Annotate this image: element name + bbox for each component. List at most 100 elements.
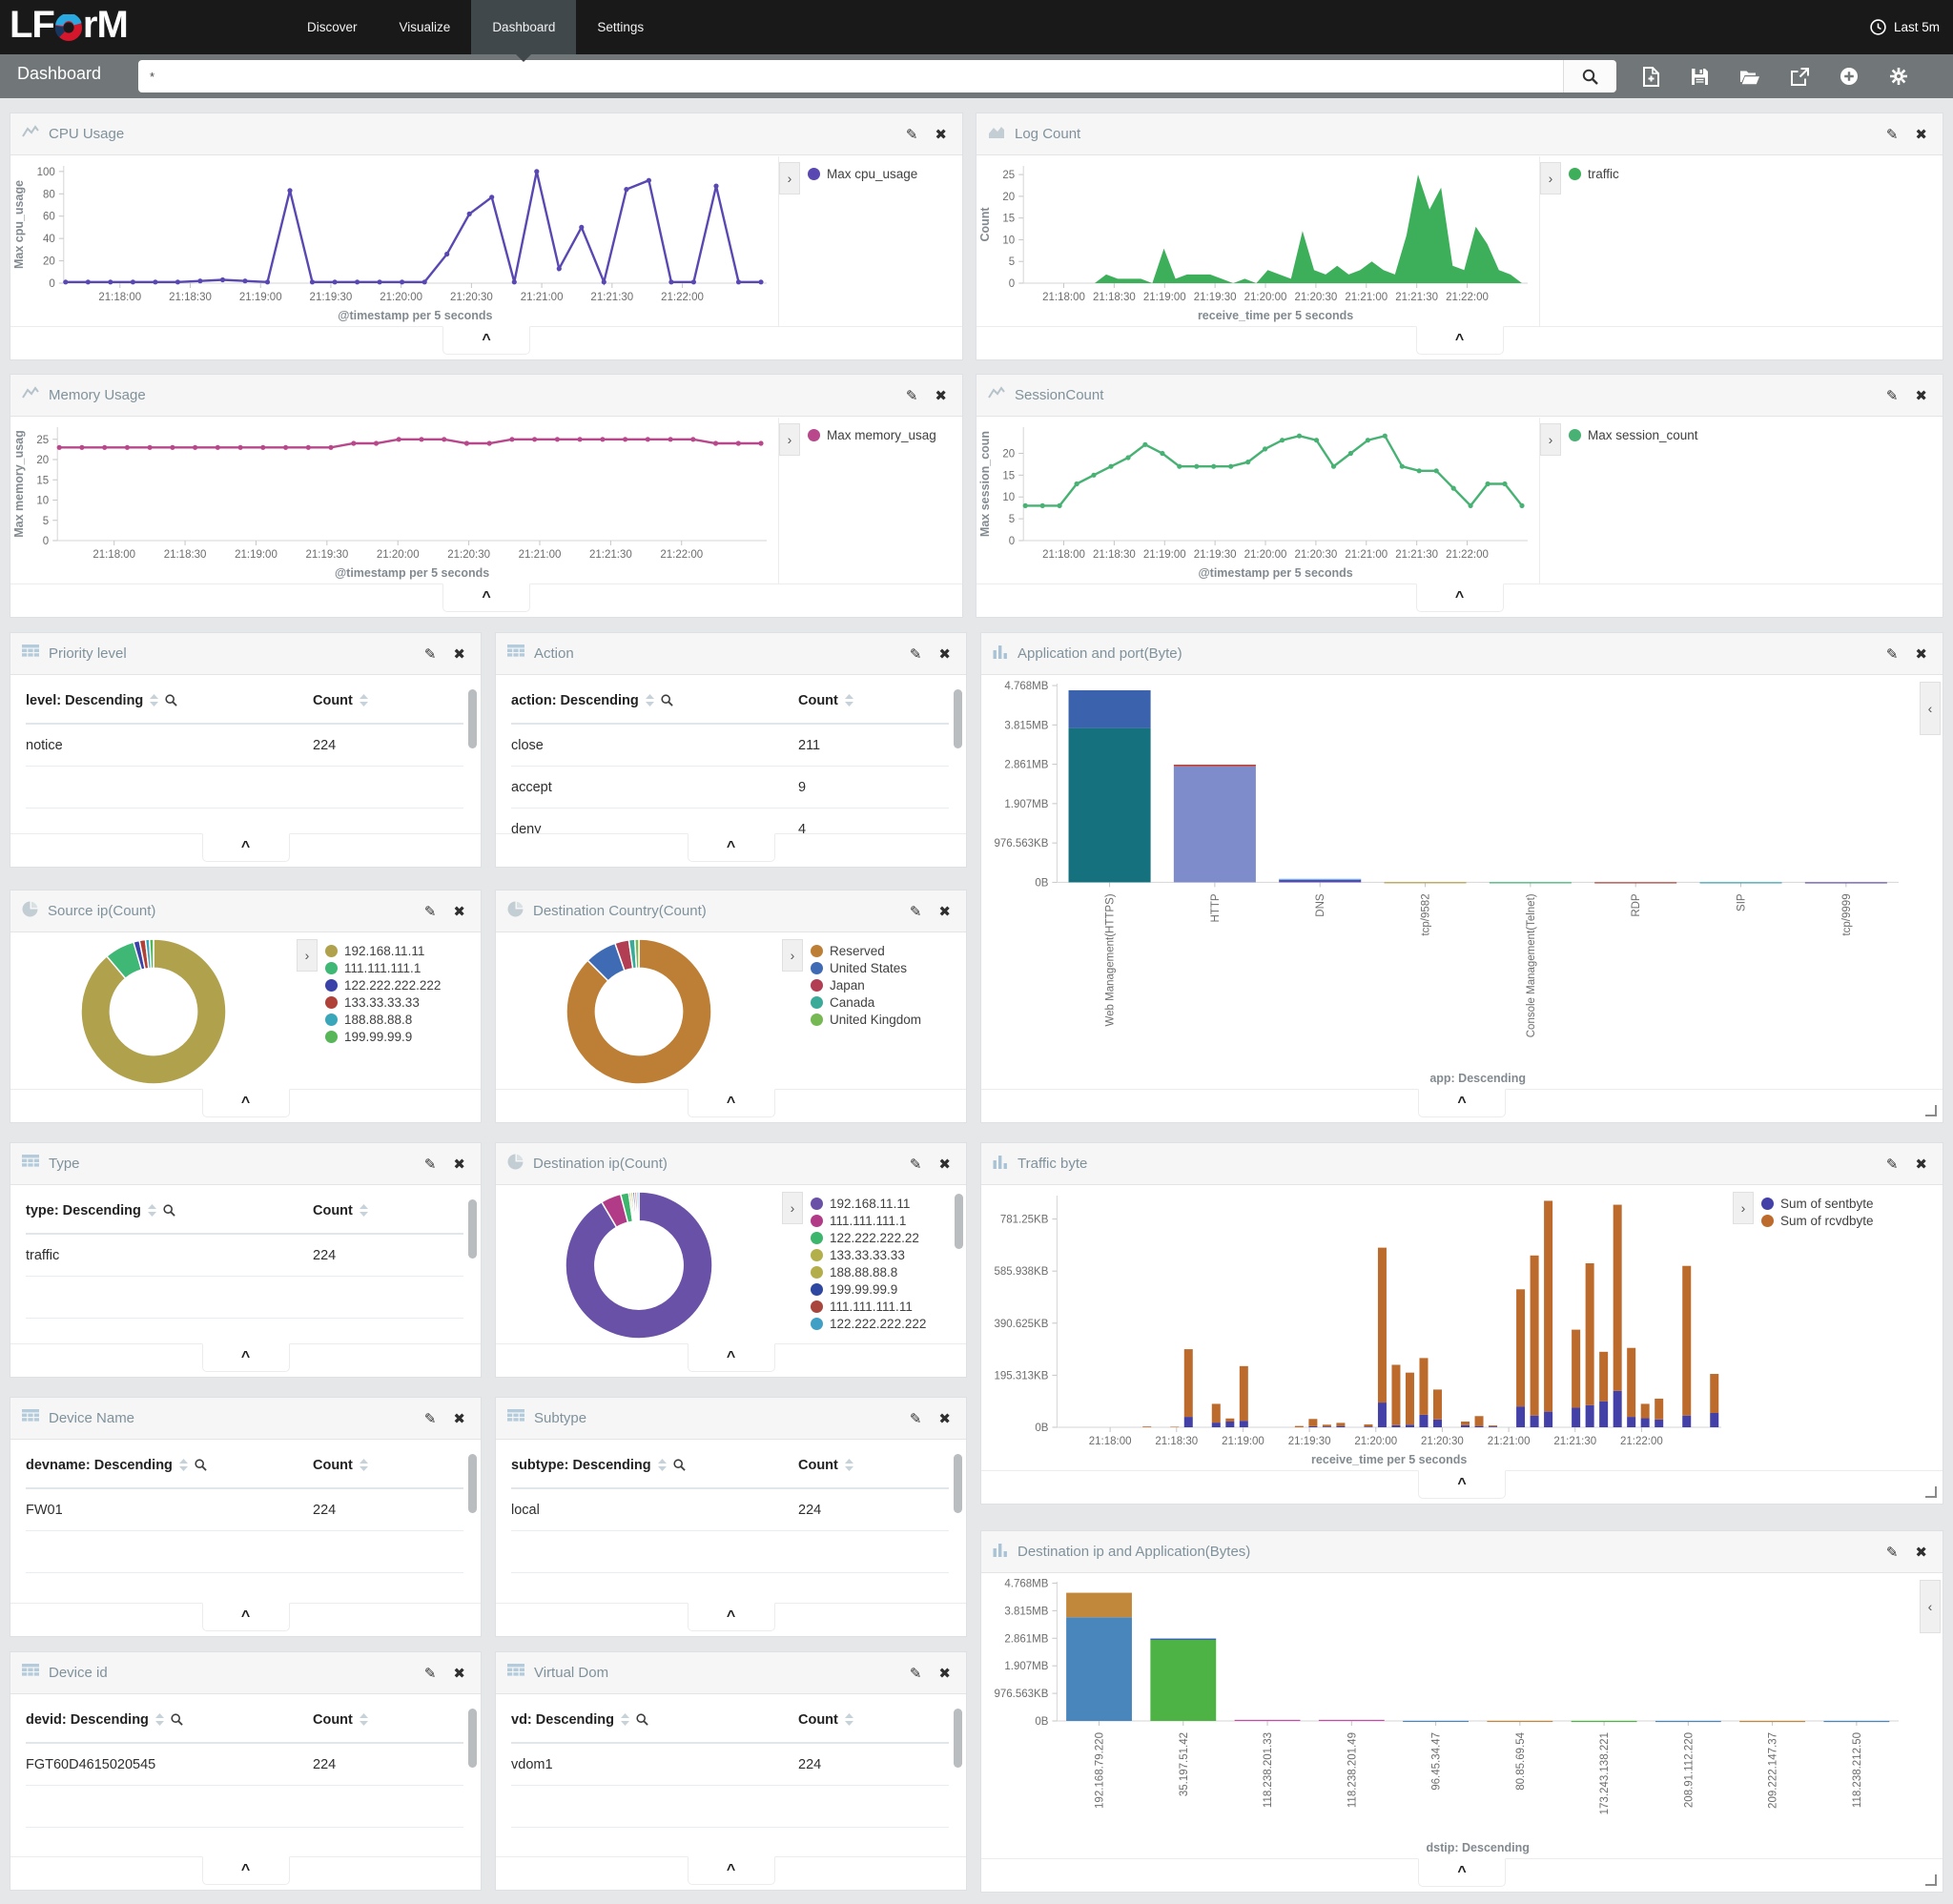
edit-icon[interactable]: ✎ bbox=[1882, 126, 1902, 143]
collapse-chevron[interactable]: ^ bbox=[202, 833, 290, 862]
table-row[interactable]: local224 bbox=[511, 1489, 949, 1531]
edit-icon[interactable]: ✎ bbox=[421, 645, 441, 663]
nav-item-dashboard[interactable]: Dashboard bbox=[471, 0, 576, 54]
legend-item[interactable]: Japan bbox=[811, 978, 966, 993]
panel-header[interactable]: Subtype ✎ ✖ bbox=[496, 1398, 966, 1440]
close-icon[interactable]: ✖ bbox=[1911, 387, 1931, 404]
legend-item[interactable]: 192.168.11.11 bbox=[811, 1197, 966, 1211]
memory-usage-chart[interactable]: 051015202521:18:0021:18:3021:19:0021:19:… bbox=[10, 418, 778, 584]
sort-icon[interactable] bbox=[148, 1204, 156, 1217]
sort-icon[interactable] bbox=[360, 1204, 368, 1217]
source-ip-donut[interactable] bbox=[10, 933, 297, 1090]
table-header-row[interactable]: devname: DescendingCount bbox=[26, 1443, 463, 1489]
collapse-chevron[interactable]: ^ bbox=[1418, 1089, 1506, 1117]
table-header-row[interactable]: vd: DescendingCount bbox=[511, 1697, 949, 1744]
legend-item[interactable]: Canada bbox=[811, 995, 966, 1010]
application-port-chart[interactable]: 0B976.563KB1.907MB2.861MB3.815MB4.768MBW… bbox=[981, 676, 1943, 1090]
legend-item[interactable]: traffic bbox=[1569, 167, 1943, 181]
table-row[interactable]: notice224 bbox=[26, 725, 463, 767]
collapse-chevron[interactable]: ^ bbox=[688, 1603, 775, 1631]
sort-icon[interactable] bbox=[179, 1459, 188, 1471]
edit-icon[interactable]: ✎ bbox=[1882, 387, 1902, 404]
filter-search-icon[interactable] bbox=[673, 1459, 686, 1471]
close-icon[interactable]: ✖ bbox=[931, 387, 951, 404]
scrollbar[interactable] bbox=[954, 1709, 962, 1768]
table-header-row[interactable]: devid: DescendingCount bbox=[26, 1697, 463, 1744]
sort-icon[interactable] bbox=[621, 1713, 629, 1726]
close-icon[interactable]: ✖ bbox=[449, 1410, 469, 1427]
collapse-chevron[interactable]: ^ bbox=[202, 1089, 290, 1117]
legend-item[interactable]: United States bbox=[811, 961, 966, 975]
legend-item[interactable]: Max cpu_usage bbox=[808, 167, 962, 181]
legend-item[interactable]: Sum of sentbyte bbox=[1761, 1197, 1943, 1211]
edit-icon[interactable]: ✎ bbox=[906, 1665, 926, 1682]
collapse-chevron[interactable]: ^ bbox=[1416, 583, 1504, 612]
legend-item[interactable]: Max memory_usag bbox=[808, 428, 962, 442]
close-icon[interactable]: ✖ bbox=[1911, 126, 1931, 143]
edit-icon[interactable]: ✎ bbox=[906, 645, 926, 663]
close-icon[interactable]: ✖ bbox=[449, 645, 469, 663]
sort-icon[interactable] bbox=[845, 1713, 853, 1726]
new-dashboard-button[interactable] bbox=[1642, 67, 1660, 87]
legend-toggle-icon[interactable]: › bbox=[782, 1192, 803, 1224]
panel-header[interactable]: Destination ip and Application(Bytes) ✎ … bbox=[981, 1531, 1943, 1573]
close-icon[interactable]: ✖ bbox=[1911, 645, 1931, 663]
close-icon[interactable]: ✖ bbox=[931, 126, 951, 143]
close-icon[interactable]: ✖ bbox=[935, 1665, 955, 1682]
edit-icon[interactable]: ✎ bbox=[1882, 1544, 1902, 1561]
edit-icon[interactable]: ✎ bbox=[902, 387, 922, 404]
table-header-row[interactable]: level: DescendingCount bbox=[26, 678, 463, 725]
open-dashboard-button[interactable] bbox=[1739, 69, 1760, 85]
legend-item[interactable]: 188.88.88.8 bbox=[811, 1265, 966, 1280]
scrollbar[interactable] bbox=[468, 1454, 477, 1513]
destination-ip-application-chart[interactable]: 0B976.563KB1.907MB2.861MB3.815MB4.768MB1… bbox=[981, 1574, 1943, 1859]
legend-item[interactable]: 188.88.88.8 bbox=[325, 1013, 481, 1027]
filter-search-icon[interactable] bbox=[636, 1713, 648, 1726]
panel-header[interactable]: Action ✎ ✖ bbox=[496, 633, 966, 675]
legend-toggle-icon[interactable]: › bbox=[1540, 162, 1561, 194]
filter-search-icon[interactable] bbox=[165, 694, 177, 706]
close-icon[interactable]: ✖ bbox=[1911, 1544, 1931, 1561]
nav-item-visualize[interactable]: Visualize bbox=[379, 0, 472, 54]
panel-header[interactable]: Priority level ✎ ✖ bbox=[10, 633, 481, 675]
sort-icon[interactable] bbox=[845, 1459, 853, 1471]
panel-header[interactable]: CPU Usage ✎ ✖ bbox=[10, 113, 962, 155]
destination-ip-donut[interactable] bbox=[496, 1186, 782, 1344]
close-icon[interactable]: ✖ bbox=[935, 903, 955, 920]
edit-icon[interactable]: ✎ bbox=[1882, 645, 1902, 663]
edit-icon[interactable]: ✎ bbox=[902, 126, 922, 143]
table-header-row[interactable]: subtype: DescendingCount bbox=[511, 1443, 949, 1489]
cpu-usage-chart[interactable]: 02040608010021:18:0021:18:3021:19:0021:1… bbox=[10, 156, 778, 327]
collapse-chevron[interactable]: ^ bbox=[202, 1603, 290, 1631]
app-logo[interactable]: LF rM bbox=[10, 4, 128, 47]
filter-search-icon[interactable] bbox=[661, 694, 673, 706]
edit-icon[interactable]: ✎ bbox=[421, 903, 441, 920]
sort-icon[interactable] bbox=[646, 694, 654, 706]
collapse-chevron[interactable]: ^ bbox=[688, 833, 775, 862]
close-icon[interactable]: ✖ bbox=[449, 1665, 469, 1682]
panel-header[interactable]: Device id ✎ ✖ bbox=[10, 1652, 481, 1694]
close-icon[interactable]: ✖ bbox=[935, 1410, 955, 1427]
panel-header[interactable]: Log Count ✎ ✖ bbox=[976, 113, 1943, 155]
destination-country-donut[interactable] bbox=[496, 933, 782, 1090]
edit-icon[interactable]: ✎ bbox=[421, 1665, 441, 1682]
sort-icon[interactable] bbox=[360, 1459, 368, 1471]
panel-header[interactable]: Virtual Dom ✎ ✖ bbox=[496, 1652, 966, 1694]
legend-toggle-icon[interactable]: › bbox=[779, 423, 800, 456]
log-count-chart[interactable]: 051015202521:18:0021:18:3021:19:0021:19:… bbox=[976, 156, 1539, 327]
legend-toggle-icon[interactable]: › bbox=[297, 939, 318, 972]
close-icon[interactable]: ✖ bbox=[1911, 1156, 1931, 1173]
collapse-chevron[interactable]: ^ bbox=[202, 1856, 290, 1885]
edit-icon[interactable]: ✎ bbox=[421, 1410, 441, 1427]
edit-icon[interactable]: ✎ bbox=[421, 1156, 441, 1173]
edit-icon[interactable]: ✎ bbox=[906, 1410, 926, 1427]
table-row[interactable]: FW01224 bbox=[26, 1489, 463, 1531]
search-button[interactable] bbox=[1563, 60, 1616, 92]
legend-item[interactable]: Sum of rcvdbyte bbox=[1761, 1214, 1943, 1228]
nav-item-settings[interactable]: Settings bbox=[576, 0, 665, 54]
legend-item[interactable]: 133.33.33.33 bbox=[811, 1248, 966, 1262]
legend-item[interactable]: 199.99.99.9 bbox=[325, 1030, 481, 1044]
traffic-byte-chart[interactable]: 0B195.313KB390.625KB585.938KB781.25KB21:… bbox=[981, 1186, 1733, 1471]
close-icon[interactable]: ✖ bbox=[449, 1156, 469, 1173]
table-row[interactable]: traffic224 bbox=[26, 1235, 463, 1277]
